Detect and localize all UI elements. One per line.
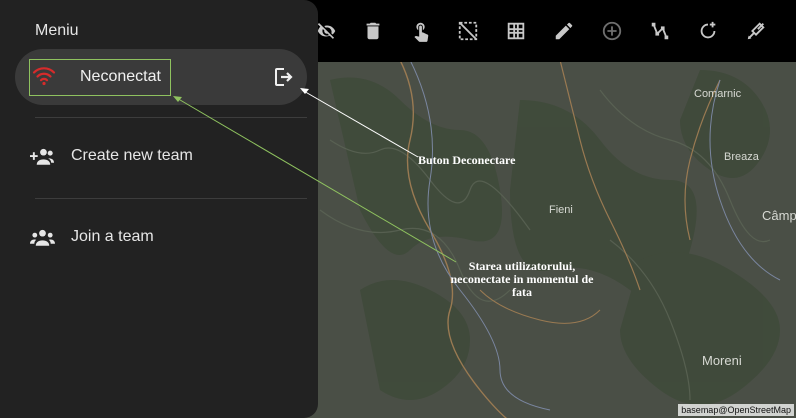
grid-icon[interactable] <box>503 18 529 44</box>
menu-item-join-team[interactable]: Join a team <box>30 224 290 254</box>
touch-icon[interactable] <box>408 18 434 44</box>
place-label: Moreni <box>702 353 742 368</box>
select-area-icon[interactable] <box>455 18 481 44</box>
side-menu-drawer: Meniu Neconectat Create new team Join a … <box>0 0 318 418</box>
place-label: Breaza <box>724 151 759 163</box>
menu-item-create-team[interactable]: Create new team <box>30 143 290 173</box>
menu-item-label: Join a team <box>71 228 154 245</box>
place-label: Comarnic <box>694 88 742 100</box>
wifi-icon <box>32 67 56 86</box>
place-label: Câmp <box>762 208 796 223</box>
edit-icon[interactable] <box>551 18 577 44</box>
menu-title: Meniu <box>35 22 79 39</box>
connection-status-row: Neconectat <box>15 49 307 105</box>
group-icon <box>30 229 55 246</box>
rotate-add-icon[interactable] <box>695 18 721 44</box>
eraser-icon[interactable] <box>743 18 769 44</box>
place-label: Fieni <box>549 204 573 216</box>
logout-icon[interactable] <box>271 65 295 89</box>
connection-status-label: Neconectat <box>80 68 161 85</box>
add-circle-icon[interactable] <box>599 18 625 44</box>
map-toolbar <box>300 0 796 62</box>
polyline-icon[interactable] <box>647 18 673 44</box>
delete-icon[interactable] <box>360 18 386 44</box>
menu-divider <box>35 117 307 118</box>
menu-item-label: Create new team <box>71 147 193 164</box>
menu-divider <box>35 198 307 199</box>
group-add-icon <box>30 148 55 165</box>
map-attribution[interactable]: basemap@OpenStreetMap <box>678 404 794 416</box>
